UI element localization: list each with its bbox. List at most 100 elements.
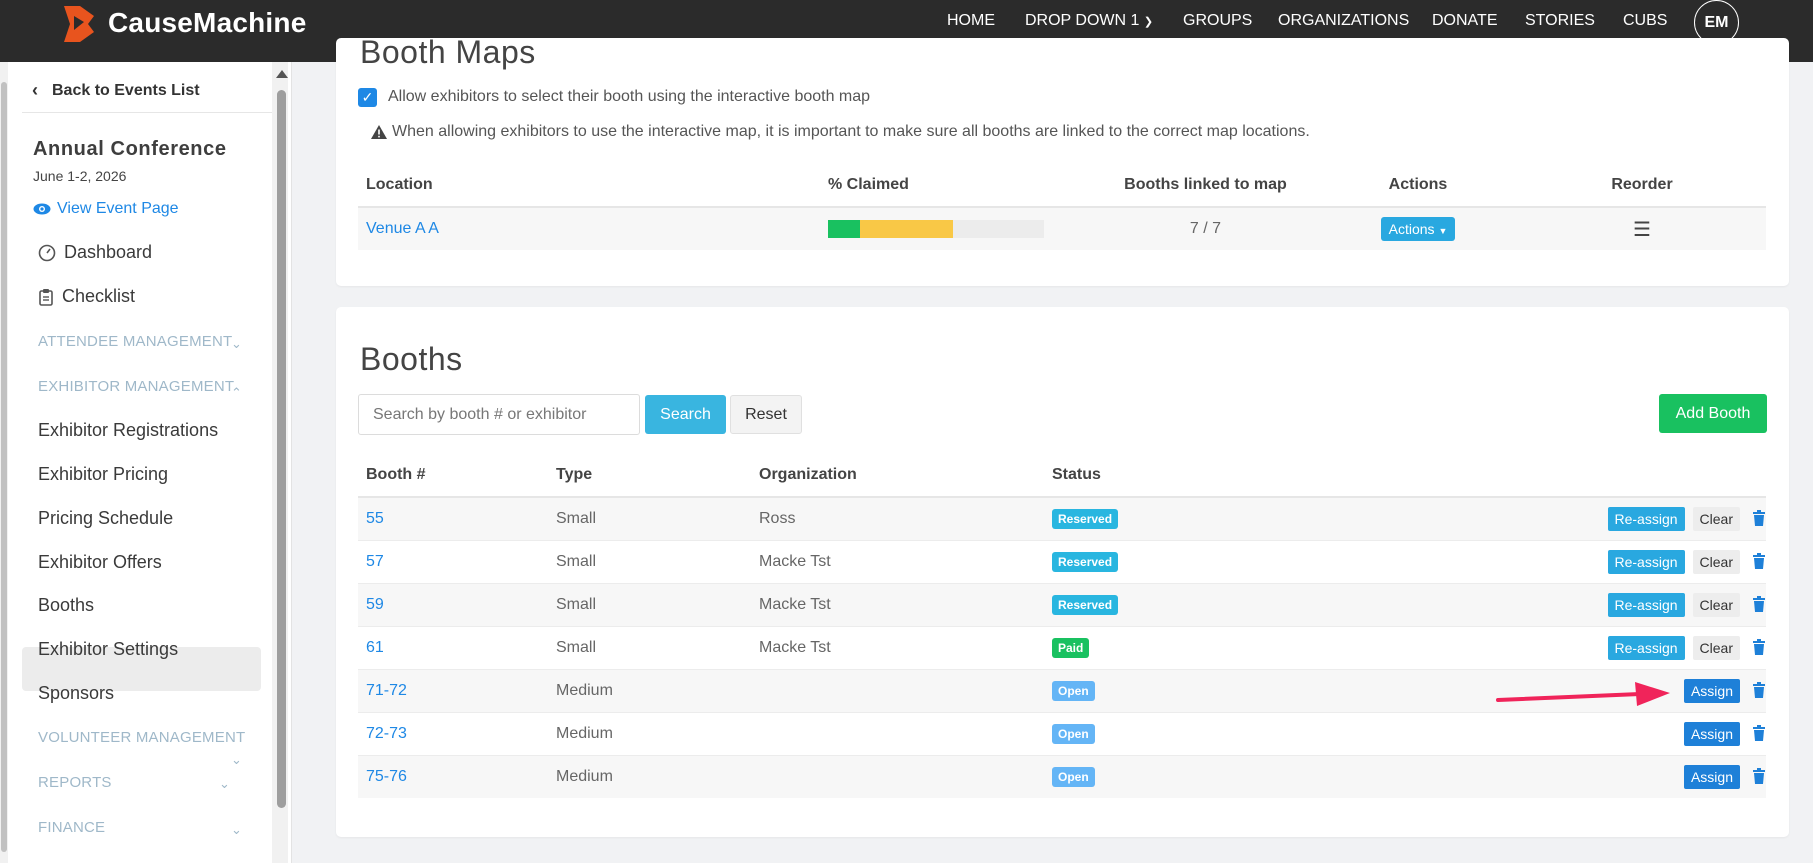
sidebar-item-sponsors[interactable]: Sponsors xyxy=(38,683,114,704)
nav-groups[interactable]: GROUPS xyxy=(1183,12,1252,30)
table-row: Venue A A 7 / 7 Actions ▼ ☰ xyxy=(358,206,1766,250)
trash-icon[interactable] xyxy=(1752,639,1766,656)
booth-number-link[interactable]: 71-72 xyxy=(366,682,407,699)
nav-donate[interactable]: DONATE xyxy=(1432,12,1497,30)
booth-number-link[interactable]: 75-76 xyxy=(366,768,407,785)
status-badge: Paid xyxy=(1052,637,1090,658)
sidebar-item-exhibitor-pricing[interactable]: Exhibitor Pricing xyxy=(38,464,168,485)
nav-organizations[interactable]: ORGANIZATIONS xyxy=(1278,12,1409,30)
booth-type: Small xyxy=(556,582,759,626)
table-header-row: Location % Claimed Booths linked to map … xyxy=(358,164,1766,208)
sidebar-item-exhibitor-registrations[interactable]: Exhibitor Registrations xyxy=(38,420,218,441)
chevron-down-icon[interactable]: ⌄ xyxy=(219,776,230,792)
sidebar-section-reports[interactable]: REPORTS xyxy=(38,774,112,791)
col-claimed: % Claimed xyxy=(828,164,1093,208)
booth-organization xyxy=(759,668,1052,712)
booth-number-link[interactable]: 57 xyxy=(366,553,384,570)
chevron-up-icon[interactable]: ⌃ xyxy=(231,385,242,401)
map-warning: When allowing exhibitors to use the inte… xyxy=(370,123,1310,141)
booth-search-input[interactable] xyxy=(358,394,640,435)
search-button[interactable]: Search xyxy=(645,395,726,434)
sidebar-item-dashboard[interactable]: Dashboard xyxy=(38,242,152,263)
warning-icon xyxy=(371,125,387,139)
booth-number-link[interactable]: 55 xyxy=(366,510,384,527)
claimed-progress-bar xyxy=(828,220,1044,238)
warning-text: When allowing exhibitors to use the inte… xyxy=(392,123,1310,140)
reassign-button[interactable]: Re-assign xyxy=(1607,506,1685,531)
row-actions: Re-assign Clear xyxy=(1352,549,1766,574)
sidebar-item-booths[interactable]: Booths xyxy=(38,595,94,616)
left-scrollbar-thumb[interactable] xyxy=(1,82,7,852)
view-event-page-link[interactable]: View Event Page xyxy=(33,200,179,218)
status-badge: Open xyxy=(1052,766,1095,787)
booth-maps-table: Location % Claimed Booths linked to map … xyxy=(358,164,1766,250)
reset-button[interactable]: Reset xyxy=(730,395,802,434)
clear-button[interactable]: Clear xyxy=(1692,549,1740,574)
booth-type: Small xyxy=(556,625,759,669)
actions-dropdown-button[interactable]: Actions ▼ xyxy=(1380,217,1456,241)
assign-button[interactable]: Assign xyxy=(1683,721,1740,746)
reassign-button[interactable]: Re-assign xyxy=(1607,635,1685,660)
clear-button[interactable]: Clear xyxy=(1692,506,1740,531)
table-header-row: Booth # Type Organization Status xyxy=(358,454,1766,498)
nav-stories[interactable]: STORIES xyxy=(1525,12,1595,30)
chevron-down-icon[interactable]: ⌄ xyxy=(231,752,242,768)
assign-button[interactable]: Assign xyxy=(1683,764,1740,789)
sidebar-item-checklist[interactable]: Checklist xyxy=(38,286,135,307)
add-booth-button[interactable]: Add Booth xyxy=(1659,394,1767,433)
sidebar-item-pricing-schedule[interactable]: Pricing Schedule xyxy=(38,508,173,529)
left-scrollbar[interactable] xyxy=(0,62,8,863)
sidebar-scrollbar[interactable] xyxy=(272,62,288,863)
sidebar-item-exhibitor-settings[interactable]: Exhibitor Settings xyxy=(38,639,178,660)
sidebar-item-exhibitor-offers[interactable]: Exhibitor Offers xyxy=(38,552,162,573)
clear-button[interactable]: Clear xyxy=(1692,635,1740,660)
reorder-handle-icon[interactable]: ☰ xyxy=(1633,219,1651,241)
booth-type: Small xyxy=(556,496,759,540)
clear-button[interactable]: Clear xyxy=(1692,592,1740,617)
booth-organization xyxy=(759,711,1052,755)
nav-drop-down-1[interactable]: DROP DOWN 1 ❯ xyxy=(1025,12,1153,30)
status-badge: Open xyxy=(1052,723,1095,744)
reassign-button[interactable]: Re-assign xyxy=(1607,592,1685,617)
table-row: 55 Small Ross Reserved Re-assign Clear xyxy=(358,496,1766,540)
allow-exhibitors-checkbox[interactable]: ✓ xyxy=(358,88,377,107)
sidebar-section-volunteer-management[interactable]: VOLUNTEER MANAGEMENT xyxy=(38,729,245,746)
scroll-up-arrow-icon[interactable] xyxy=(276,70,288,78)
back-to-events-link[interactable]: ‹ Back to Events List xyxy=(32,80,200,101)
chevron-down-icon[interactable]: ⌄ xyxy=(231,336,242,352)
booth-number-link[interactable]: 72-73 xyxy=(366,725,407,742)
table-row: 75-76 Medium Open Assign xyxy=(358,754,1766,798)
sidebar-section-attendee-management[interactable]: ATTENDEE MANAGEMENT xyxy=(38,333,232,350)
dashboard-gauge-icon xyxy=(38,244,56,261)
checkmark-icon: ✓ xyxy=(361,89,374,105)
trash-icon[interactable] xyxy=(1752,682,1766,699)
booth-number-link[interactable]: 59 xyxy=(366,596,384,613)
booth-type: Medium xyxy=(556,668,759,712)
caret-down-icon: ▼ xyxy=(1438,226,1448,236)
causemachine-logo-icon xyxy=(64,6,94,42)
table-row: 71-72 Medium Open Assign xyxy=(358,668,1766,712)
status-badge: Reserved xyxy=(1052,551,1119,572)
booth-number-link[interactable]: 61 xyxy=(366,639,384,656)
sidebar-scrollbar-thumb[interactable] xyxy=(277,90,286,808)
claimed-paid-segment xyxy=(828,220,861,238)
sidebar-section-exhibitor-management[interactable]: EXHIBITOR MANAGEMENT xyxy=(38,378,234,395)
trash-icon[interactable] xyxy=(1752,596,1766,613)
booths-table-body: 55 Small Ross Reserved Re-assign Clear 57 Small… xyxy=(358,496,1766,798)
logo[interactable]: CauseMachine xyxy=(60,2,306,44)
back-to-events-label: Back to Events List xyxy=(52,81,200,99)
sidebar-section-finance[interactable]: FINANCE xyxy=(38,819,105,836)
nav-cubs[interactable]: CUBS xyxy=(1623,12,1667,30)
reassign-button[interactable]: Re-assign xyxy=(1607,549,1685,574)
trash-icon[interactable] xyxy=(1752,725,1766,742)
trash-icon[interactable] xyxy=(1752,553,1766,570)
chevron-down-icon[interactable]: ⌄ xyxy=(231,822,242,838)
trash-icon[interactable] xyxy=(1752,768,1766,785)
row-actions: Assign xyxy=(1352,678,1766,703)
trash-icon[interactable] xyxy=(1752,510,1766,527)
booths-title: Booths xyxy=(360,341,463,377)
nav-home[interactable]: HOME xyxy=(947,12,995,30)
location-link[interactable]: Venue A A xyxy=(366,220,439,237)
booths-card: Booths Search Reset Add Booth Booth # Ty… xyxy=(336,307,1789,837)
assign-button[interactable]: Assign xyxy=(1683,678,1740,703)
